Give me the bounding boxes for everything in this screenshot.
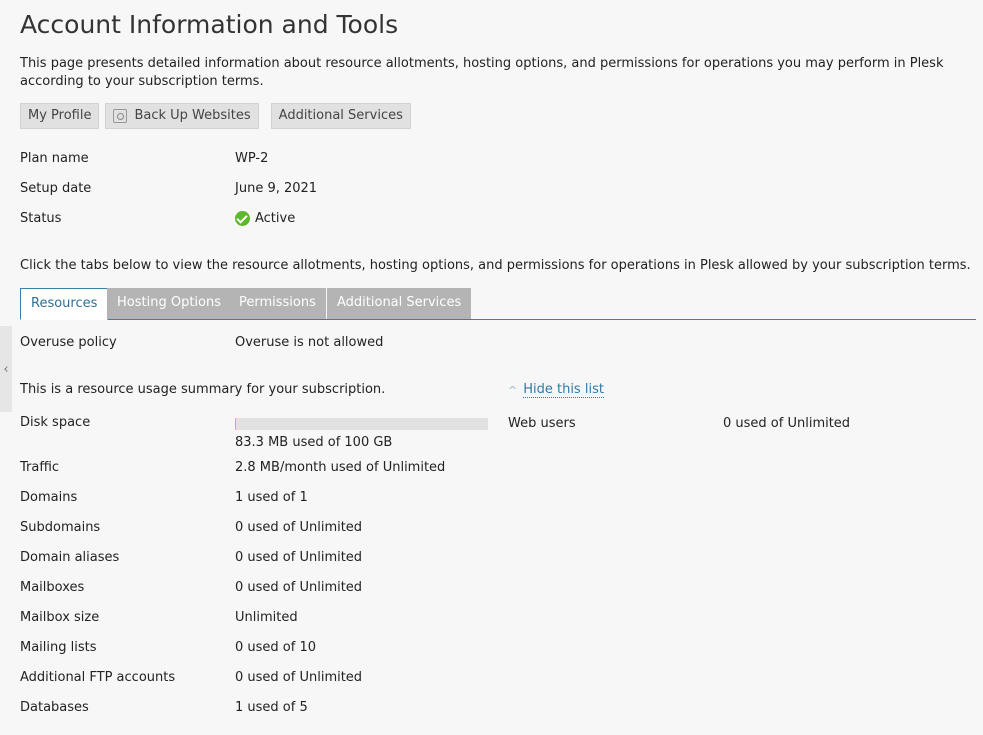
resource-row: Traffic 2.8 MB/month used of Unlimited (20, 460, 445, 475)
web-users-label: Web users (508, 416, 576, 431)
toolbar: My Profile Back Up Websites Additional S… (20, 103, 417, 129)
plan-name-value: WP-2 (235, 151, 269, 166)
page-intro: This page presents detailed information … (20, 56, 944, 89)
status-label: Status (20, 211, 62, 226)
resource-row: Domains 1 used of 1 (20, 490, 308, 505)
resource-label: Mailing lists (20, 640, 97, 655)
hide-list-link[interactable]: ^ Hide this list (508, 382, 604, 398)
status-row: Status Active (20, 211, 295, 226)
resource-value: 0 used of 10 (235, 640, 317, 655)
chevron-up-icon: ^ (508, 383, 518, 397)
tab-bar: Resources Hosting Options Permissions Ad… (20, 288, 976, 320)
my-profile-label: My Profile (28, 108, 92, 123)
resource-value: Unlimited (235, 610, 298, 625)
resource-label: Additional FTP accounts (20, 670, 176, 685)
tab-permissions[interactable]: Permissions (229, 288, 326, 319)
resource-label: Databases (20, 700, 89, 715)
resource-value: 2.8 MB/month used of Unlimited (235, 460, 446, 475)
resource-label: Mailbox size (20, 610, 100, 625)
resource-value: 0 used of Unlimited (235, 580, 363, 595)
back-up-websites-button[interactable]: Back Up Websites (105, 103, 259, 129)
active-check-icon (235, 211, 250, 226)
resource-label: Domain aliases (20, 550, 120, 565)
disk-space-row: Disk space (20, 415, 235, 430)
overuse-value: Overuse is not allowed (235, 335, 384, 350)
chevron-left-icon: ‹ (3, 361, 9, 377)
plan-name-row: Plan name WP-2 (20, 151, 268, 166)
back-up-websites-label: Back Up Websites (134, 108, 251, 123)
setup-date-row: Setup date June 9, 2021 (20, 181, 317, 196)
resource-value: 0 used of Unlimited (235, 520, 363, 535)
resource-row: Mailbox size Unlimited (20, 610, 298, 625)
resource-row: Mailboxes 0 used of Unlimited (20, 580, 362, 595)
additional-services-button[interactable]: Additional Services (270, 103, 411, 129)
status-value: Active (235, 211, 295, 226)
hide-list-label: Hide this list (523, 382, 604, 398)
web-users-row: Web users 0 used of Unlimited (508, 416, 850, 431)
setup-date-value: June 9, 2021 (235, 181, 318, 196)
summary-text: This is a resource usage summary for you… (20, 382, 386, 397)
tab-additional-services[interactable]: Additional Services (327, 288, 472, 319)
tab-resources[interactable]: Resources (20, 288, 109, 320)
web-users-value: 0 used of Unlimited (723, 416, 851, 431)
plan-name-label: Plan name (20, 151, 89, 166)
disk-space-label: Disk space (20, 415, 91, 430)
resource-row: Mailing lists 0 used of 10 (20, 640, 316, 655)
resource-value: 0 used of Unlimited (235, 670, 363, 685)
resource-row: Databases 1 used of 5 (20, 700, 308, 715)
page-title: Account Information and Tools (20, 10, 399, 39)
resource-row: Subdomains 0 used of Unlimited (20, 520, 362, 535)
overuse-row: Overuse policy Overuse is not allowed (20, 335, 383, 350)
resource-label: Domains (20, 490, 78, 505)
status-text: Active (255, 211, 296, 226)
resource-label: Subdomains (20, 520, 101, 535)
resource-row: Domain aliases 0 used of Unlimited (20, 550, 362, 565)
tab-hosting-options[interactable]: Hosting Options (107, 288, 231, 319)
additional-services-label: Additional Services (278, 108, 403, 123)
resource-value: 1 used of 5 (235, 700, 308, 715)
resource-row: Additional FTP accounts 0 used of Unlimit… (20, 670, 362, 685)
sidebar-collapse-handle[interactable]: ‹ (0, 326, 12, 412)
overuse-label: Overuse policy (20, 335, 117, 350)
disk-space-value: 83.3 MB used of 100 GB (235, 435, 393, 450)
disk-usage-bar (235, 418, 488, 430)
backup-icon (113, 109, 128, 123)
resource-value: 1 used of 1 (235, 490, 308, 505)
tabs-intro: Click the tabs below to view the resourc… (20, 258, 971, 273)
setup-date-label: Setup date (20, 181, 92, 196)
my-profile-button[interactable]: My Profile (20, 103, 100, 129)
resource-label: Mailboxes (20, 580, 85, 595)
resource-value: 0 used of Unlimited (235, 550, 363, 565)
resource-label: Traffic (20, 460, 60, 475)
